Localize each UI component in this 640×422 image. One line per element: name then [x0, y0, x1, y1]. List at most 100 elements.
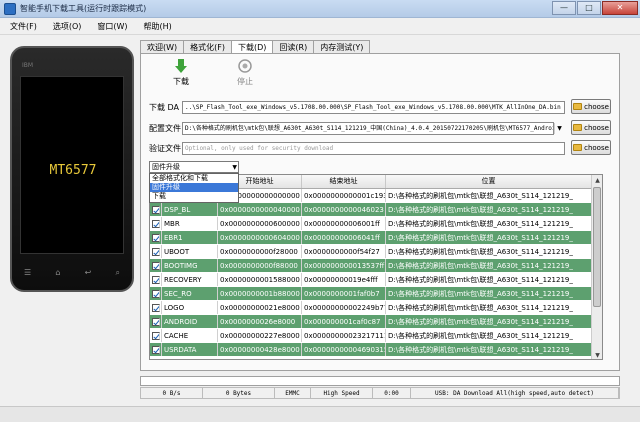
table-scrollbar[interactable]: ▲ ▼: [591, 175, 602, 359]
header-end: 结束地址: [302, 175, 386, 188]
row-checkbox[interactable]: [152, 234, 160, 242]
progress-bar: [140, 376, 620, 386]
row-start-address: 0x00000000428e8000: [218, 343, 302, 356]
tab-memory-test[interactable]: 内存测试(Y): [313, 40, 371, 54]
row-checkbox[interactable]: [152, 206, 160, 214]
table-row[interactable]: ANDROID 0x0000000026e8000 0x000000001caf0c…: [150, 315, 592, 329]
scroll-down-icon[interactable]: ▼: [592, 350, 602, 359]
row-checkbox[interactable]: [152, 276, 160, 284]
table-row[interactable]: DSP_BL 0x0000000000040000 0x00000000000460…: [150, 203, 592, 217]
choose-label: choose: [584, 143, 609, 152]
row-checkbox[interactable]: [152, 318, 160, 326]
mode-option[interactable]: 固件升级: [150, 183, 238, 192]
menu-key-icon: ☰: [24, 268, 32, 277]
menu-help[interactable]: 帮助(H): [144, 21, 172, 32]
row-location: D:\各种格式的刷机包\mtk包\联想_A630t_S114_121219_: [386, 329, 592, 342]
download-panel: 下载 停止 下载 DA ..\SP_Flash_Tool_exe_Windows…: [140, 53, 620, 371]
row-checkbox[interactable]: [152, 262, 160, 270]
auth-path-field[interactable]: Optional, only used for security downloa…: [182, 141, 565, 155]
row-check-cell: [150, 245, 162, 258]
menu-bar: 文件(F) 选项(O) 窗口(W) 帮助(H): [0, 18, 640, 35]
config-choose-button[interactable]: choose: [571, 120, 611, 135]
table-row[interactable]: EBR1 0x0000000000604000 0x00000000006041ff…: [150, 231, 592, 245]
da-row: 下载 DA ..\SP_Flash_Tool_exe_Windows_v5.17…: [149, 99, 565, 115]
row-end-address: 0x000000000046903153: [302, 343, 386, 356]
row-check-cell: [150, 315, 162, 328]
menu-file[interactable]: 文件(F): [10, 21, 37, 32]
row-location: D:\各种格式的刷机包\mtk包\联想_A630t_S114_121219_: [386, 315, 592, 328]
home-key-icon: ⌂: [55, 268, 61, 277]
mode-select[interactable]: 固件升级 ▼: [149, 161, 239, 173]
row-start-address: 0x0000000000040000: [218, 203, 302, 216]
mode-dropdown-list: 全部格式化和下载 固件升级 下载: [149, 173, 239, 203]
phone-brand: IBM: [22, 62, 34, 69]
bottom-bar: [0, 406, 640, 422]
window-title: 智能手机下载工具(运行时跟踪模式): [20, 4, 147, 13]
close-button[interactable]: ✕: [602, 1, 638, 15]
status-speed: High Speed: [311, 388, 373, 398]
row-checkbox[interactable]: [152, 304, 160, 312]
row-end-address: 0x00000000019e4fff: [302, 273, 386, 286]
config-path-field[interactable]: D:\各种格式的刷机包\mtk包\联想_A630t_A630t_S114_121…: [182, 121, 554, 135]
row-name: EBR1: [162, 231, 218, 244]
row-name: DSP_BL: [162, 203, 218, 216]
auth-choose-button[interactable]: choose: [571, 140, 611, 155]
stop-icon: [238, 59, 252, 73]
row-checkbox[interactable]: [152, 248, 160, 256]
row-location: D:\各种格式的刷机包\mtk包\联想_A630t_S114_121219_: [386, 273, 592, 286]
row-end-address: 0x000000000232171117: [302, 329, 386, 342]
tab-format[interactable]: 格式化(F): [183, 40, 232, 54]
folder-icon: [573, 144, 583, 151]
da-path-field[interactable]: ..\SP_Flash_Tool_exe_Windows_v5.1708.00.…: [182, 100, 565, 114]
menu-window[interactable]: 窗口(W): [97, 21, 127, 32]
scroll-thumb[interactable]: [593, 187, 601, 307]
table-row[interactable]: USRDATA 0x00000000428e8000 0x0000000000469…: [150, 343, 592, 357]
row-location: D:\各种格式的刷机包\mtk包\联想_A630t_S114_121219_: [386, 259, 592, 272]
chevron-down-icon[interactable]: ▼: [554, 122, 564, 134]
da-choose-button[interactable]: choose: [571, 99, 611, 114]
row-checkbox[interactable]: [152, 346, 160, 354]
table-row[interactable]: MBR 0x0000000000600000 0x00000000006001ff D…: [150, 217, 592, 231]
table-row[interactable]: SEC_RO 0x0000000001b88000 0x0000000001faf0…: [150, 287, 592, 301]
row-end-address: 0x00000000006001ff: [302, 217, 386, 230]
minimize-button[interactable]: —: [552, 1, 576, 15]
stop-button[interactable]: 停止: [225, 58, 265, 87]
table-row[interactable]: UBOOT 0x0000000000f28000 0x0000000000f54f2…: [150, 245, 592, 259]
mode-option[interactable]: 全部格式化和下载: [150, 174, 238, 183]
status-connection: USB: DA Download All(high speed,auto det…: [411, 388, 619, 398]
row-location: D:\各种格式的刷机包\mtk包\联想_A630t_S114_121219_: [386, 231, 592, 244]
auth-label: 验证文件: [149, 143, 181, 153]
row-checkbox[interactable]: [152, 220, 160, 228]
status-bytes: 0 Bytes: [203, 388, 275, 398]
status-time: 0:00: [373, 388, 411, 398]
row-checkbox[interactable]: [152, 290, 160, 298]
choose-label: choose: [584, 123, 609, 132]
tab-welcome[interactable]: 欢迎(W): [140, 40, 185, 54]
phone-keys: ☰ ⌂ ↩ ⌕: [24, 268, 120, 278]
folder-icon: [573, 124, 583, 131]
row-name: MBR: [162, 217, 218, 230]
status-storage: EMMC: [275, 388, 311, 398]
search-key-icon: ⌕: [115, 268, 120, 277]
toolbar: 下载 停止: [141, 54, 619, 94]
row-location: D:\各种格式的刷机包\mtk包\联想_A630t_S114_121219_: [386, 245, 592, 258]
download-button[interactable]: 下载: [161, 58, 201, 87]
device-panel: IBM MT6577 ☰ ⌂ ↩ ⌕: [0, 36, 145, 376]
table-row[interactable]: BOOTIMG 0x0000000000f88000 0x0000000000135…: [150, 259, 592, 273]
row-check-cell: [150, 301, 162, 314]
row-name: RECOVERY: [162, 273, 218, 286]
row-name: SEC_RO: [162, 287, 218, 300]
table-row[interactable]: LOGO 0x00000000021e8000 0x00000000002249b7…: [150, 301, 592, 315]
mode-option[interactable]: 下载: [150, 192, 238, 201]
tab-readback[interactable]: 回读(R): [272, 40, 315, 54]
row-name: CACHE: [162, 329, 218, 342]
title-bar: 智能手机下载工具(运行时跟踪模式) — □ ✕: [0, 0, 640, 18]
row-end-address: 0x00000000002249b77: [302, 301, 386, 314]
table-row[interactable]: RECOVERY 0x0000000001588000 0x00000000019e…: [150, 273, 592, 287]
status-rate: 0 B/s: [141, 388, 203, 398]
menu-options[interactable]: 选项(O): [53, 21, 82, 32]
table-row[interactable]: CACHE 0x00000000227e8000 0x000000000232171…: [150, 329, 592, 343]
scroll-up-icon[interactable]: ▲: [592, 175, 602, 186]
maximize-button[interactable]: □: [577, 1, 601, 15]
row-checkbox[interactable]: [152, 332, 160, 340]
